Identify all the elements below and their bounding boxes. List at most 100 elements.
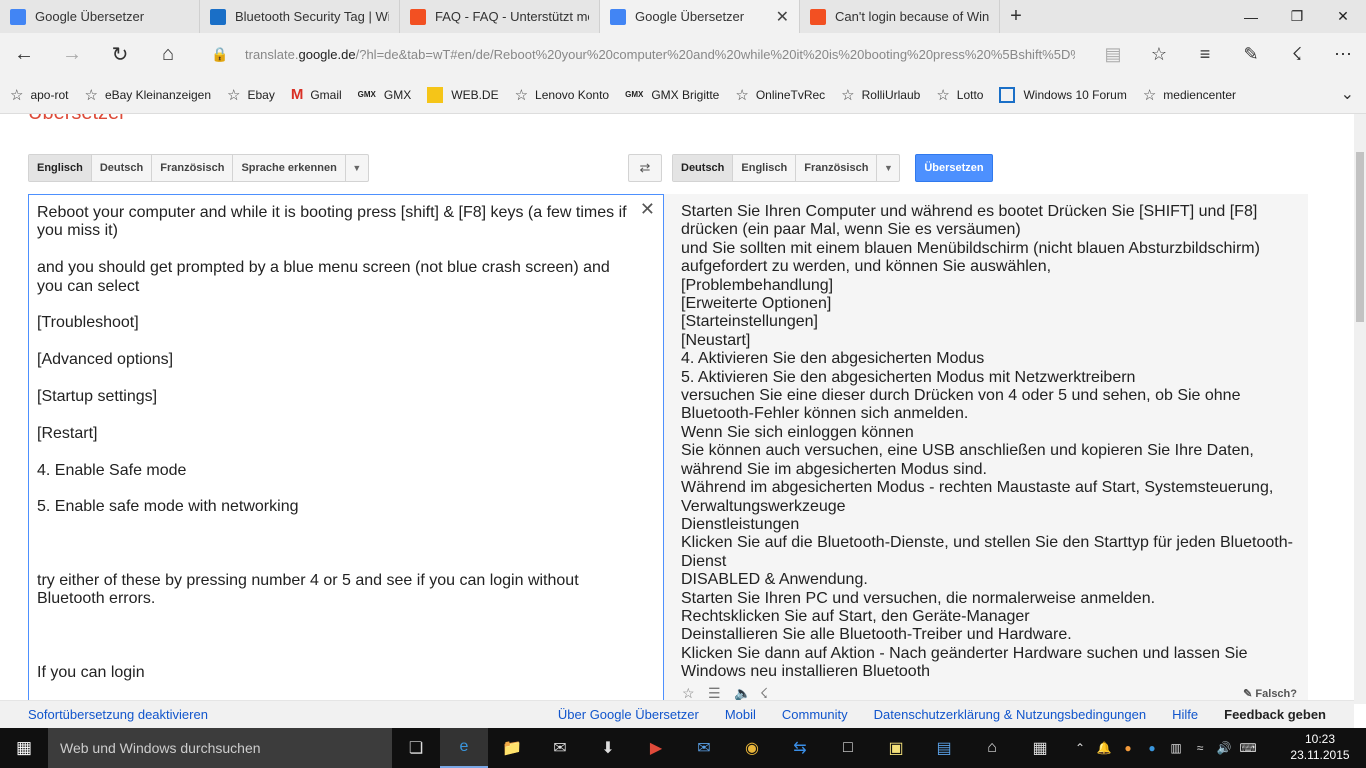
footer-link[interactable]: Hilfe [1172,707,1198,722]
chrome-icon[interactable]: ◉ [728,728,776,768]
network-icon[interactable]: ▥ [1164,741,1188,755]
clear-source-icon[interactable]: ✕ [640,199,655,220]
minimize-button[interactable]: — [1228,0,1274,33]
source-language-bar: Englisch Deutsch Französisch Sprache erkenn… [28,154,369,182]
file-explorer-icon[interactable]: 📁 [488,728,536,768]
lock-icon: 🔒 [211,46,229,62]
keyboard-icon[interactable]: ⌨ [1236,741,1260,755]
chevron-down-icon[interactable]: ⌄ [1341,84,1354,104]
footer-link[interactable]: Community [782,707,848,722]
source-line: Reboot your computer and while it is boo… [37,204,627,240]
feedback-link[interactable]: Feedback geben [1224,707,1326,722]
back-button[interactable]: ← [0,33,48,76]
hub-icon[interactable]: ≡ [1182,33,1228,76]
wifi-icon[interactable]: ≈ [1188,741,1212,755]
footer-link[interactable]: Datenschutzerklärung & Nutzungsbedingung… [874,707,1146,722]
language-option[interactable]: Englisch [733,155,797,181]
favorite-item[interactable]: ☆ apo-rot [10,86,68,104]
footer-link[interactable]: Mobil [725,707,756,722]
page-scrollbar[interactable] [1354,114,1366,704]
store-icon[interactable]: □ [824,728,872,768]
favorite-item[interactable]: ☆ OnlineTvRec [735,86,825,104]
favorite-item[interactable]: ☆ Lenovo Konto [515,86,610,104]
favorite-item[interactable]: M Gmail [291,86,342,104]
taskbar-search[interactable]: Web und Windows durchsuchen [48,728,392,768]
search-placeholder: Web und Windows durchsuchen [60,740,261,756]
star-icon: ☆ [84,86,98,104]
wrong-translation-link[interactable]: ✎ Falsch? [1243,687,1297,700]
teamviewer-icon[interactable]: ⇆ [776,728,824,768]
refresh-button[interactable]: ↻ [96,33,144,76]
wrong-label: Falsch? [1255,688,1297,700]
translate-button[interactable]: Übersetzen [915,154,993,182]
language-option[interactable]: Sprache erkennen [233,155,346,181]
source-textarea[interactable]: Reboot your computer and while it is boo… [28,194,664,724]
footer-link[interactable]: Über Google Übersetzer [558,707,699,722]
source-text[interactable]: Reboot your computer and while it is boo… [37,204,627,682]
new-tab-button[interactable]: + [1000,0,1032,33]
browser-tab[interactable]: Bluetooth Security Tag | Wir [200,0,400,33]
reading-view-icon[interactable]: ▤ [1090,33,1136,76]
tab-list: Google Übersetzer Bluetooth Security Tag … [0,0,1000,33]
close-tab-icon[interactable]: ✕ [776,7,789,27]
mail-icon[interactable]: ✉ [536,728,584,768]
favorite-star-icon[interactable]: ☆ [1136,33,1182,76]
favorite-item[interactable]: GMX GMX Brigitte [625,86,719,104]
pdf-icon[interactable]: ▶ [632,728,680,768]
favorite-item[interactable]: GMX GMX [358,86,412,104]
favorite-item[interactable]: ☆ Lotto [936,86,983,104]
chevron-down-icon[interactable]: ▼ [877,155,899,181]
favorite-item[interactable]: ☆ RolliUrlaub [841,86,920,104]
translation-line: versuchen Sie eine dieser durch Drücken … [681,387,1241,423]
notes-icon[interactable]: ▣ [872,728,920,768]
browser-tab[interactable]: Can't login because of Winc [800,0,1000,33]
edge-icon[interactable]: e [440,728,488,768]
address-bar[interactable]: 🔒 translate.google.de/?hl=de&tab=wT#en/d… [205,33,1093,76]
url-text[interactable]: translate.google.de/?hl=de&tab=wT#en/de/… [245,47,1075,62]
chevron-down-icon[interactable]: ▼ [346,155,368,181]
share-icon[interactable]: ☇ [1274,33,1320,76]
bluetooth-icon[interactable]: ● [1140,741,1164,755]
source-line [37,241,627,259]
close-window-button[interactable]: ✕ [1320,0,1366,33]
web-note-icon[interactable]: ✎ [1228,33,1274,76]
calculator-icon[interactable]: ▦ [1016,728,1064,768]
language-option[interactable]: Französisch [796,155,878,181]
restore-button[interactable]: ❐ [1274,0,1320,33]
browser-tab[interactable]: Google Übersetzer ✕ [600,0,800,33]
language-option[interactable]: Englisch [29,155,92,181]
notification-bell-icon[interactable]: 🔔 [1092,741,1116,755]
scrollbar-thumb[interactable] [1356,152,1364,322]
taskbar-clock[interactable]: 10:23 23.11.2015 [1290,731,1350,763]
app-tray-icon[interactable]: ● [1116,741,1140,755]
chevron-up-icon[interactable]: ⌃ [1068,741,1092,755]
language-option[interactable]: Französisch [152,155,234,181]
favorite-item[interactable]: ☆ Ebay [227,86,275,104]
source-line [37,333,627,351]
favorite-item[interactable]: WEB.DE [427,86,499,104]
browser-tab[interactable]: Google Übersetzer [0,0,200,33]
translation-line: DISABLED & Anwendung. [681,571,868,589]
forward-button[interactable]: → [48,33,96,76]
instant-translation-toggle[interactable]: Sofortübersetzung deaktivieren [28,707,208,722]
footer-links: Über Google Übersetzer Mobil Community Date… [532,707,1326,722]
browser-tab[interactable]: FAQ - FAQ - Unterstützt me [400,0,600,33]
control-panel-icon[interactable]: ▤ [920,728,968,768]
favorite-item[interactable]: ☆ mediencenter [1143,86,1236,104]
more-icon[interactable]: ⋯ [1320,33,1366,76]
source-line: try either of these by pressing number 4… [37,571,579,608]
download-icon[interactable]: ⬇ [584,728,632,768]
language-option[interactable]: Deutsch [673,155,734,181]
swap-languages-button[interactable]: ⇄ [628,154,662,182]
microsoft-icon [810,8,826,25]
favorite-item[interactable]: Windows 10 Forum [999,86,1127,104]
home-button[interactable]: ⌂ [144,33,192,76]
volume-icon[interactable]: 🔊 [1212,741,1236,755]
favorite-item[interactable]: ☆ eBay Kleinanzeigen [84,86,211,104]
language-option[interactable]: Deutsch [92,155,153,181]
home-app-icon[interactable]: ⌂ [968,728,1016,768]
outlook-icon[interactable]: ✉ [680,728,728,768]
task-view-icon[interactable]: ❏ [392,728,440,768]
windows-start-icon[interactable]: ▦ [0,728,48,768]
favorite-label: Ebay [247,87,275,102]
